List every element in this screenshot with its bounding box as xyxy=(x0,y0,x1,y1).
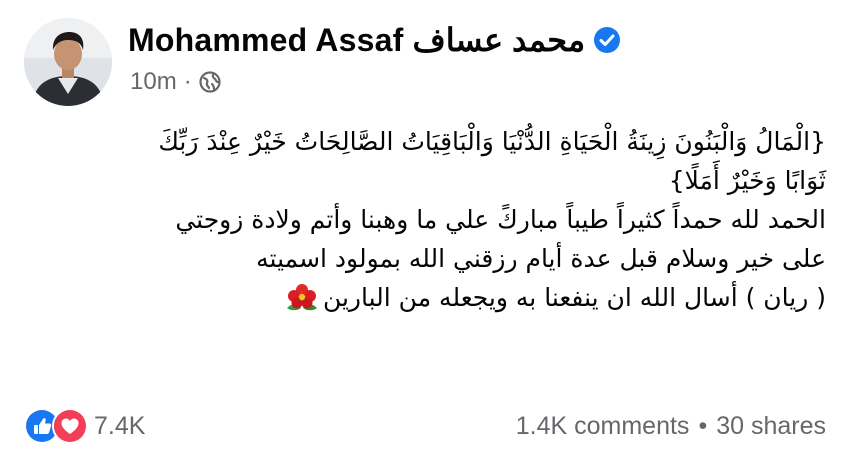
stats-separator: • xyxy=(698,411,708,440)
shares-count[interactable]: 30 shares xyxy=(716,412,826,441)
post-meta: 10m · xyxy=(130,68,221,96)
avatar-photo xyxy=(24,18,112,106)
post-stats: 1.4K comments • 30 shares xyxy=(516,412,826,441)
post-time[interactable]: 10m xyxy=(130,68,177,96)
verified-badge-icon xyxy=(593,26,621,54)
post-text-line: {الْمَالُ وَالْبَنُونَ زِينَةُ الْحَيَاة… xyxy=(158,127,826,156)
author-name[interactable]: Mohammed Assaf محمد عساف xyxy=(128,21,585,59)
meta-separator: · xyxy=(183,68,192,95)
hibiscus-icon xyxy=(285,282,319,312)
post-text-line: ( ريان ) أسال الله ان ينفعنا به ويجعله م… xyxy=(322,283,826,312)
reactions-summary[interactable]: 7.4K xyxy=(24,408,145,444)
facebook-post: Mohammed Assaf محمد عساف 10m · {الْمَالُ… xyxy=(0,0,850,450)
post-text-line: الحمد لله حمداً كثيراً طيباً مباركً علي … xyxy=(175,205,826,234)
post-text-line: ثَوَابًا وَخَيْرٌ أَمَلًا} xyxy=(668,166,826,195)
post-text-line: على خير وسلام قبل عدة أيام رزقني الله بم… xyxy=(256,244,826,273)
avatar[interactable] xyxy=(24,18,112,106)
post-text-line-last: ( ريان ) أسال الله ان ينفعنا به ويجعله م… xyxy=(24,278,826,317)
reaction-icons xyxy=(24,408,88,444)
comments-count[interactable]: 1.4K comments xyxy=(516,412,690,441)
reactions-count[interactable]: 7.4K xyxy=(94,412,145,441)
author-row: Mohammed Assaf محمد عساف xyxy=(128,18,621,62)
post-text: {الْمَالُ وَالْبَنُونَ زِينَةُ الْحَيَاة… xyxy=(24,122,826,317)
globe-icon[interactable] xyxy=(199,71,221,93)
post-footer: 7.4K 1.4K comments • 30 shares xyxy=(24,406,826,446)
love-icon xyxy=(52,408,88,444)
